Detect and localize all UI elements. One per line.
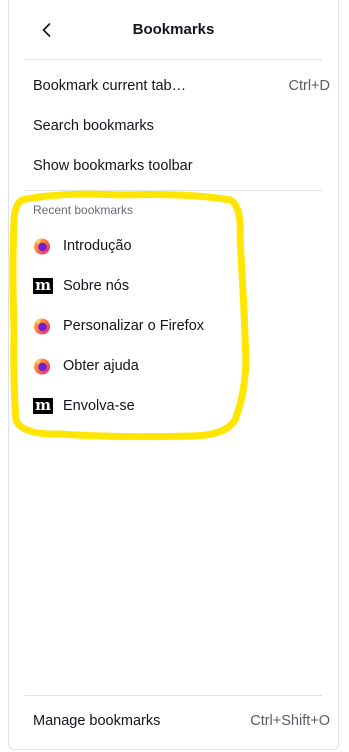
show-bookmarks-toolbar-item[interactable]: Show bookmarks toolbar [25, 148, 330, 184]
bookmark-current-tab-label: Bookmark current tab… [33, 78, 187, 94]
recent-bookmark-item[interactable]: Introdução [25, 228, 330, 264]
recent-bookmark-label: Envolva-se [63, 398, 135, 414]
bookmark-current-tab-shortcut: Ctrl+D [288, 78, 331, 94]
recent-bookmark-item[interactable]: m Envolva-se [25, 388, 330, 424]
panel-title: Bookmarks [132, 21, 215, 38]
mozilla-m-icon: m [33, 398, 53, 414]
firefox-icon [33, 317, 51, 335]
separator [25, 190, 322, 191]
recent-bookmarks-heading: Recent bookmarks [33, 203, 134, 217]
recent-bookmark-item[interactable]: Personalizar o Firefox [25, 308, 330, 344]
recent-bookmark-label: Obter ajuda [63, 358, 139, 374]
recent-bookmark-item[interactable]: Obter ajuda [25, 348, 330, 384]
separator [25, 695, 322, 696]
recent-bookmark-label: Introdução [63, 238, 132, 254]
search-bookmarks-label: Search bookmarks [33, 118, 154, 134]
firefox-icon [33, 357, 51, 375]
firefox-icon [33, 237, 51, 255]
bookmark-current-tab-item[interactable]: Bookmark current tab… Ctrl+D [25, 68, 330, 104]
mozilla-m-icon: m [33, 278, 53, 294]
recent-bookmark-item[interactable]: m Sobre nós [25, 268, 330, 304]
panel-header: Bookmarks [9, 0, 338, 60]
show-bookmarks-toolbar-label: Show bookmarks toolbar [33, 158, 193, 174]
recent-bookmark-label: Sobre nós [63, 278, 130, 294]
separator [25, 59, 322, 60]
bookmarks-panel: Bookmarks Bookmark current tab… Ctrl+D S… [8, 0, 339, 750]
manage-bookmarks-item[interactable]: Manage bookmarks Ctrl+Shift+O [25, 703, 330, 739]
recent-bookmark-label: Personalizar o Firefox [63, 318, 205, 334]
search-bookmarks-item[interactable]: Search bookmarks [25, 108, 330, 144]
manage-bookmarks-label: Manage bookmarks [33, 713, 161, 729]
manage-bookmarks-shortcut: Ctrl+Shift+O [250, 713, 330, 729]
